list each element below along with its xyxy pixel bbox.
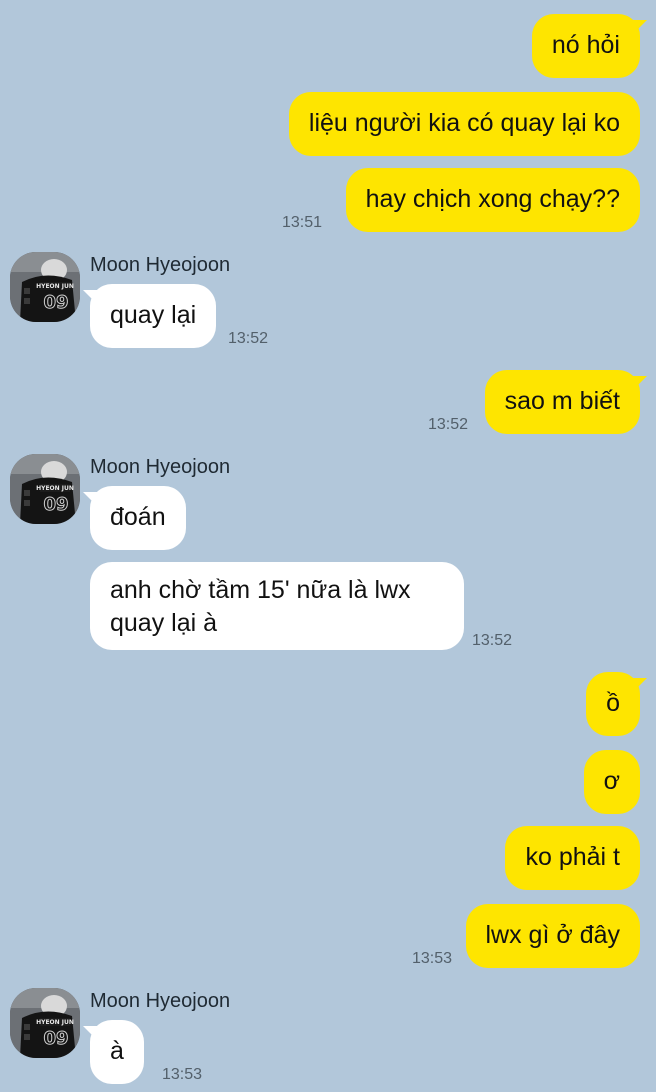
outgoing-message-bubble[interactable]: ồ [586,672,647,736]
contact-avatar[interactable]: HYEON JUN 09 [10,252,80,322]
message-text-line: anh chờ tầm 15' nữa là lwx [110,576,411,604]
jersey-text: HYEON JUN [36,485,74,492]
incoming-message-bubble[interactable]: anh chờ tầm 15' nữa là lwx quay lại à [90,562,464,650]
message-text: quay lại [110,301,197,329]
sender-name: Moon Hyeojoon [90,990,231,1012]
jersey-number: 09 [43,494,68,515]
contact-avatar[interactable]: HYEON JUN 09 [10,988,80,1058]
jersey-photo-icon: HYEON JUN 09 [10,988,80,1058]
outgoing-message-bubble[interactable]: ơ [583,750,640,814]
incoming-message-bubble[interactable]: đoán [83,486,186,550]
message-timestamp: 13:53 [411,950,452,967]
message-text: ồ [606,689,620,717]
message-timestamp: 13:52 [427,416,468,433]
message-text: đoán [110,503,166,531]
outgoing-message-bubble[interactable]: liệu người kia có quay lại ko [288,92,640,156]
incoming-message-bubble[interactable]: quay lại [82,284,217,348]
outgoing-message-bubble[interactable]: ko phải t [505,826,640,890]
contact-avatar[interactable]: HYEON JUN 09 [10,454,80,524]
jersey-photo-icon: HYEON JUN 09 [10,454,80,524]
message-timestamp: 13:52 [472,632,513,649]
message-timestamp: 13:53 [162,1066,203,1083]
message-timestamp: 13:51 [281,214,322,231]
message-text: hay chịch xong chạy?? [365,185,620,213]
jersey-text: HYEON JUN [36,1019,74,1026]
message-text: à [110,1037,124,1065]
message-text-line: quay lại à [110,609,218,637]
message-text: ơ [603,767,620,795]
outgoing-message-bubble[interactable]: lwx gì ở đây [465,904,640,968]
sender-name: Moon Hyeojoon [90,254,231,276]
outgoing-message-bubble[interactable]: nó hỏi [531,14,648,78]
message-text: lwx gì ở đây [485,921,621,949]
outgoing-message-bubble[interactable]: sao m biết [484,370,648,434]
incoming-message-bubble[interactable]: à [83,1020,144,1084]
message-text: ko phải t [525,843,620,871]
jersey-text: HYEON JUN [36,283,74,290]
jersey-number: 09 [43,292,68,313]
jersey-number: 09 [43,1028,68,1049]
message-text: sao m biết [504,387,620,415]
message-text: liệu người kia có quay lại ko [308,109,620,137]
message-timestamp: 13:52 [228,330,269,347]
sender-name: Moon Hyeojoon [90,456,231,478]
message-text: nó hỏi [551,31,620,59]
outgoing-message-bubble[interactable]: hay chịch xong chạy?? [345,168,640,232]
chat-thread[interactable]: nó hỏi liệu người kia có quay lại ko hay… [0,0,656,1092]
jersey-photo-icon: HYEON JUN 09 [10,252,80,322]
